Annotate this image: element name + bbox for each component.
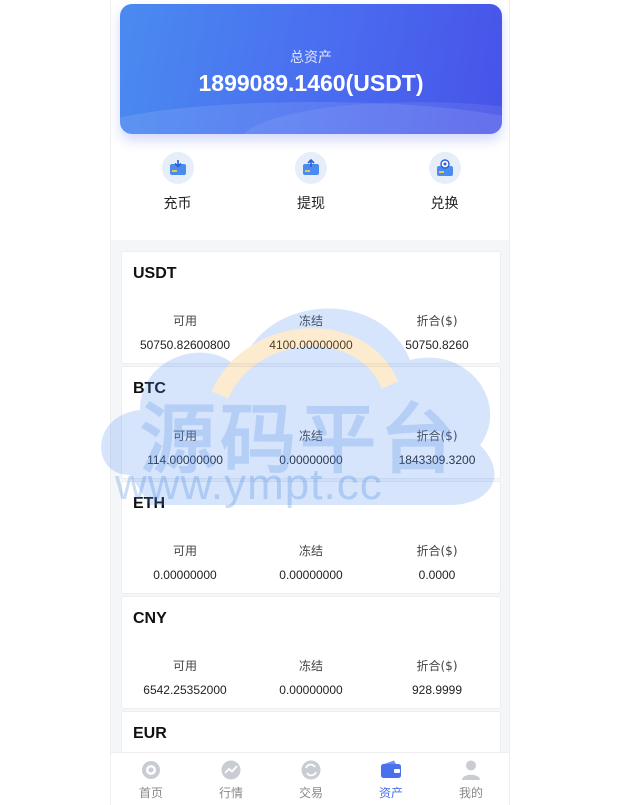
deposit-label: 充币 [163, 196, 192, 212]
deposit-icon [161, 152, 194, 184]
withdraw-label: 提现 [297, 196, 325, 212]
tab-mine[interactable]: 我的 [431, 753, 509, 805]
header-area: 总资产 1899089.1460(USDT) 充币 提现 兑换 [111, 0, 509, 240]
coin-list: USDT 可用 50750.82600800 冻结 4100.00000000 折合… [121, 251, 501, 805]
total-assets-label: 总资产 [290, 50, 332, 66]
converted-label: 折合($) [416, 544, 458, 558]
frozen-label: 冻结 [298, 544, 323, 558]
watermark-url: www.ympt.cc [115, 460, 383, 509]
coin-columns: 可用 0.00000000 冻结 0.00000000 折合($) 0.0000 [122, 542, 500, 582]
exchange-label: 兑换 [430, 196, 459, 212]
user-icon [462, 760, 480, 780]
trade-icon [301, 760, 321, 780]
tab-label: 交易 [298, 786, 323, 800]
wallet-icon [381, 760, 401, 778]
coin-name: EUR [133, 725, 167, 742]
frozen-value: 0.00000000 [279, 683, 343, 697]
tab-label: 我的 [458, 786, 483, 800]
available-label: 可用 [172, 544, 197, 558]
available-value: 6542.25352000 [143, 683, 227, 697]
tab-trade[interactable]: 交易 [271, 753, 351, 805]
coin-name: USDT [133, 265, 177, 282]
tab-market[interactable]: 行情 [191, 753, 271, 805]
available-label: 可用 [172, 659, 197, 673]
exchange-button[interactable]: 兑换 [378, 152, 509, 222]
action-row: 充币 提现 兑换 [111, 152, 509, 222]
coin-columns: 可用 50750.82600800 冻结 4100.00000000 折合($) 50… [122, 312, 500, 352]
bottom-tab-bar: 首页 行情 交易 资产 我的 [111, 752, 509, 805]
total-assets-card: 总资产 1899089.1460(USDT) [120, 4, 502, 134]
available-label: 可用 [172, 314, 197, 328]
converted-value: 0.0000 [418, 568, 456, 582]
converted-value: 928.9999 [411, 683, 463, 697]
frozen-label: 冻结 [298, 314, 323, 328]
tab-label: 首页 [138, 786, 163, 800]
coin-name: CNY [133, 610, 167, 627]
withdraw-icon [295, 152, 327, 184]
coin-card-cny[interactable]: CNY 可用 6542.25352000 冻结 0.00000000 折合($) 92… [121, 596, 501, 709]
home-icon [142, 761, 160, 779]
deposit-button[interactable]: 充币 [111, 152, 244, 222]
frozen-value: 0.00000000 [279, 568, 343, 582]
market-icon [221, 760, 241, 780]
available-value: 0.00000000 [153, 568, 217, 582]
tab-label: 行情 [218, 786, 243, 800]
available-value: 50750.82600800 [139, 338, 231, 352]
converted-label: 折合($) [416, 314, 458, 328]
tab-assets[interactable]: 资产 [351, 753, 431, 805]
frozen-value: 4100.00000000 [269, 338, 353, 352]
converted-value: 50750.8260 [405, 338, 469, 352]
tab-home[interactable]: 首页 [111, 753, 191, 805]
exchange-icon [428, 152, 461, 184]
total-assets-value: 1899089.1460(USDT) [198, 70, 424, 96]
withdraw-button[interactable]: 提现 [245, 152, 378, 222]
tab-label: 资产 [378, 786, 403, 800]
frozen-label: 冻结 [298, 659, 323, 673]
coin-card-usdt[interactable]: USDT 可用 50750.82600800 冻结 4100.00000000 折合… [121, 251, 501, 364]
coin-columns: 可用 6542.25352000 冻结 0.00000000 折合($) 928.99… [122, 657, 500, 697]
converted-label: 折合($) [416, 659, 458, 673]
